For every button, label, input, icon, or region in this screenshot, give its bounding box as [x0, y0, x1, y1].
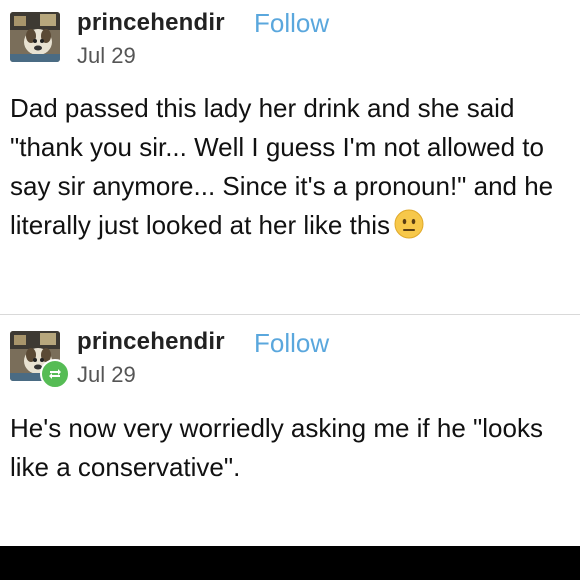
avatar-image	[10, 12, 60, 62]
post-date[interactable]: Jul 29	[77, 362, 136, 388]
reblog-badge	[40, 359, 70, 389]
follow-button[interactable]: Follow	[254, 328, 329, 359]
post-date[interactable]: Jul 29	[77, 43, 136, 69]
follow-button[interactable]: Follow	[254, 8, 329, 39]
username[interactable]: princehendir	[77, 9, 225, 37]
footer-bar	[0, 546, 580, 580]
reblog-icon	[49, 369, 61, 379]
post-1: princehendir Follow Jul 29 Dad passed th…	[0, 0, 580, 314]
post-2: princehendir Follow Jul 29 He's now very…	[0, 315, 580, 546]
post-text: He's now very worriedly asking me if he …	[10, 413, 543, 482]
post-text: Dad passed this lady her drink and she s…	[10, 93, 554, 240]
post-body: He's now very worriedly asking me if he …	[10, 409, 575, 487]
avatar[interactable]	[10, 12, 60, 62]
neutral-face-emoji	[394, 209, 424, 239]
post-body: Dad passed this lady her drink and she s…	[10, 89, 575, 245]
username[interactable]: princehendir	[77, 328, 225, 356]
